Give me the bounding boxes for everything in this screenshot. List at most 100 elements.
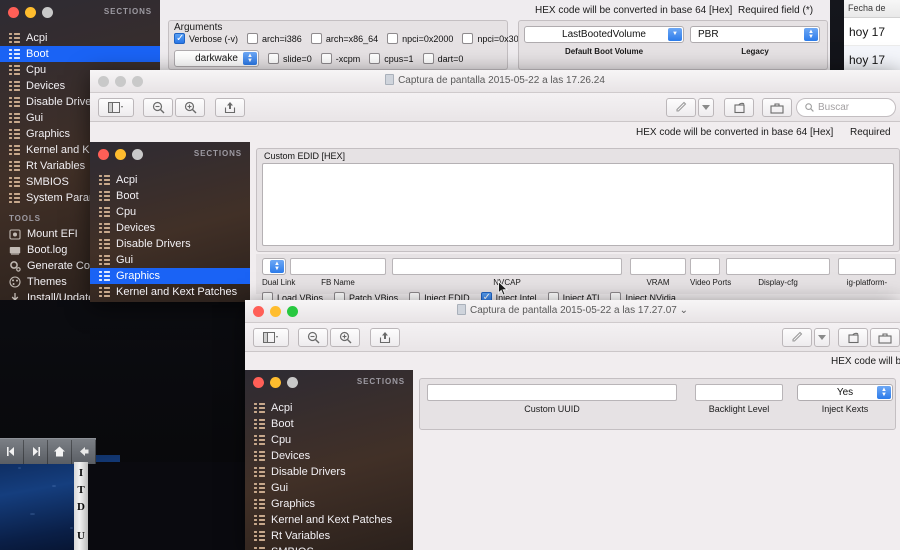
sidebar-item-gui[interactable]: Gui: [90, 252, 250, 268]
text-input[interactable]: [630, 258, 686, 275]
arg-verbose-v-[interactable]: Verbose (-v): [174, 32, 238, 45]
arguments-row-1[interactable]: Verbose (-v) arch=i386 arch=x86_64 npci=0x2…: [174, 32, 529, 45]
rotate-button[interactable]: [838, 328, 868, 347]
sidebar-w3[interactable]: SECTIONS Acpi Boot Cpu Devices Disable Drive…: [245, 370, 413, 550]
text-input[interactable]: [690, 258, 720, 275]
toolbar-w2[interactable]: Buscar: [90, 93, 900, 122]
preview-window-17-26-24[interactable]: Captura de pantalla 2015-05-22 a las 17.…: [90, 70, 900, 302]
zoom-button[interactable]: [287, 377, 298, 388]
text-input[interactable]: [427, 384, 677, 401]
field-nvcap[interactable]: [392, 258, 622, 275]
zoom-button[interactable]: [132, 149, 143, 160]
sidebar-item-acpi[interactable]: Acpi: [90, 172, 250, 188]
field-custom-uuid[interactable]: [427, 384, 677, 401]
markup-chevron-icon[interactable]: [698, 98, 714, 117]
chevron-down-icon[interactable]: ▼: [668, 28, 682, 41]
chevron-updown-icon[interactable]: ▲ ▼: [804, 28, 818, 41]
markup-button[interactable]: [782, 328, 812, 347]
sidebar-toggle-button[interactable]: [98, 98, 134, 117]
sidebar-item-acpi[interactable]: Acpi: [245, 400, 413, 416]
zoom-out-button[interactable]: [143, 98, 173, 117]
sections-list-w3[interactable]: Acpi Boot Cpu Devices Disable Drivers Gui Grap…: [245, 400, 413, 550]
toolbar-w3[interactable]: [245, 323, 900, 352]
field-vram[interactable]: [630, 258, 686, 275]
text-input[interactable]: [695, 384, 783, 401]
text-input[interactable]: [290, 258, 386, 275]
arg-cpus-1[interactable]: cpus=1: [369, 53, 414, 64]
sidebar-item-cpu[interactable]: Cpu: [245, 432, 413, 448]
field-ig-platform-[interactable]: [838, 258, 896, 275]
field-inject-kexts[interactable]: Yes ▲ ▼: [797, 384, 893, 401]
minimize-button[interactable]: [25, 7, 36, 18]
sidebar-item-boot[interactable]: Boot: [0, 46, 160, 62]
sidebar-item-kernel-and-kext-patches[interactable]: Kernel and Kext Patches: [90, 284, 250, 300]
text-input[interactable]: [392, 258, 622, 275]
preview-window-17-27-07[interactable]: Captura de pantalla 2015-05-22 a las 17.…: [245, 300, 900, 550]
sidebar-item-cpu[interactable]: Cpu: [90, 204, 250, 220]
field-fb-name[interactable]: [290, 258, 386, 275]
toolkit-button[interactable]: [870, 328, 900, 347]
sidebar-item-rt-variables[interactable]: Rt Variables: [245, 528, 413, 544]
sections-list-w2[interactable]: Acpi Boot Cpu Devices Disable Drivers Gui Grap…: [90, 172, 250, 302]
checkbox-box[interactable]: [387, 33, 399, 44]
sidebar-w2[interactable]: SECTIONS Acpi Boot Cpu Devices Disable Drive…: [90, 142, 250, 302]
sidebar-item-devices[interactable]: Devices: [245, 448, 413, 464]
search-input-w2[interactable]: Buscar: [796, 98, 896, 117]
close-button[interactable]: [98, 149, 109, 160]
checkbox-box[interactable]: [174, 32, 185, 45]
share-icon[interactable]: [72, 439, 96, 464]
text-input[interactable]: [726, 258, 830, 275]
mini-toolbar[interactable]: [0, 438, 96, 464]
zoom-button[interactable]: [42, 7, 53, 18]
field-video-ports[interactable]: [690, 258, 720, 275]
back-icon[interactable]: [0, 439, 24, 464]
share-button[interactable]: [215, 98, 245, 117]
field-display-cfg[interactable]: [726, 258, 830, 275]
chevron-updown-icon[interactable]: ▲ ▼: [877, 386, 891, 399]
sidebar-item-gui[interactable]: Gui: [245, 480, 413, 496]
arg-arch-x86-64[interactable]: arch=x86_64: [310, 33, 378, 44]
chevron-updown-icon[interactable]: ▲ ▼: [243, 52, 257, 65]
checkbox-box[interactable]: [310, 33, 322, 44]
forward-icon[interactable]: [24, 439, 48, 464]
title-chevron-icon[interactable]: ⌄: [680, 305, 688, 316]
checkbox-box[interactable]: [268, 53, 279, 64]
sidebar-item-acpi[interactable]: Acpi: [0, 30, 160, 46]
arg--xcpm[interactable]: -xcpm: [320, 53, 360, 64]
finder-row[interactable]: hoy 17: [844, 18, 900, 46]
zoom-in-button[interactable]: [175, 98, 205, 117]
zoom-out-button[interactable]: [298, 328, 328, 347]
sidebar-item-disable-drivers[interactable]: Disable Drivers: [245, 464, 413, 480]
sidebar-item-rt-variables[interactable]: Rt Variables: [90, 300, 250, 302]
finder-list-sliver[interactable]: Fecha de hoy 17 hoy 17: [844, 0, 900, 74]
default-boot-volume-popup[interactable]: LastBootedVolume ▼: [524, 26, 684, 43]
arg-slide-0[interactable]: slide=0: [268, 53, 312, 64]
rotate-button[interactable]: [724, 98, 754, 117]
close-button[interactable]: [8, 7, 19, 18]
sidebar-item-smbios[interactable]: SMBIOS: [245, 544, 413, 550]
home-icon[interactable]: [48, 439, 72, 464]
close-button[interactable]: [253, 377, 264, 388]
minimize-button[interactable]: [115, 149, 126, 160]
chevron-updown-icon[interactable]: ▲ ▼: [270, 260, 284, 273]
toolkit-button[interactable]: [762, 98, 792, 117]
share-button[interactable]: [370, 328, 400, 347]
sidebar-toggle-button[interactable]: [253, 328, 289, 347]
field-dual-link[interactable]: ▲ ▼: [262, 258, 286, 275]
sidebar-item-boot[interactable]: Boot: [245, 416, 413, 432]
minimize-button[interactable]: [270, 377, 281, 388]
sidebar-item-boot[interactable]: Boot: [90, 188, 250, 204]
sidebar-item-graphics[interactable]: Graphics: [245, 496, 413, 512]
markup-button[interactable]: [666, 98, 696, 117]
sidebar-item-devices[interactable]: Devices: [90, 220, 250, 236]
zoom-in-button[interactable]: [330, 328, 360, 347]
sidebar-item-kernel-and-kext-patches[interactable]: Kernel and Kext Patches: [245, 512, 413, 528]
text-input[interactable]: [838, 258, 896, 275]
markup-chevron-icon[interactable]: [814, 328, 830, 347]
arguments-row-2[interactable]: darkwake ▲ ▼ slide=0 -xcpm cpus=1 dart=0: [174, 50, 463, 67]
checkbox-box[interactable]: [422, 53, 434, 64]
sidebar-item-graphics[interactable]: Graphics: [90, 268, 250, 284]
titlebar-w2[interactable]: Captura de pantalla 2015-05-22 a las 17.…: [90, 70, 900, 93]
boot-arg-popup[interactable]: darkwake ▲ ▼: [174, 50, 259, 67]
checkbox-box[interactable]: [369, 53, 381, 64]
